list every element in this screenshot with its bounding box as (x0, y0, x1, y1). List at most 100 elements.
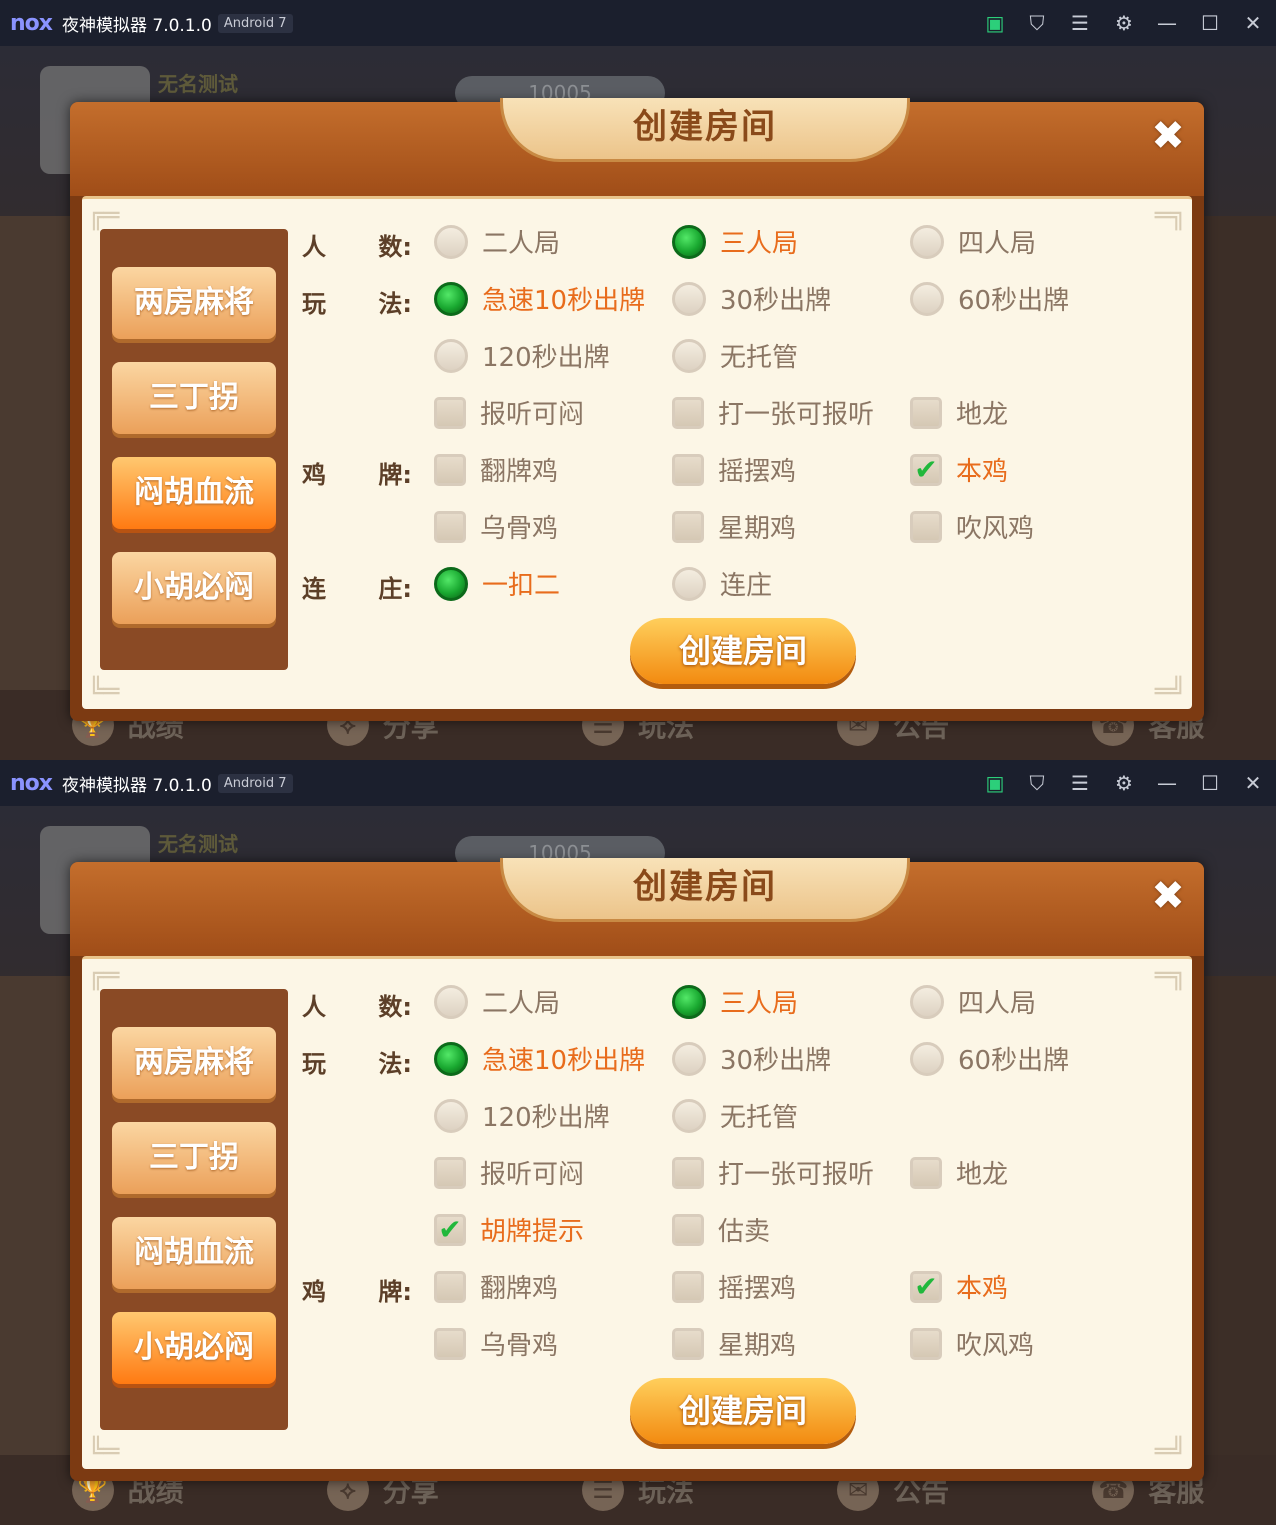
radio-option[interactable]: 连庄 (672, 565, 772, 602)
radio-option[interactable]: 急速10秒出牌 (434, 280, 645, 317)
radio-option[interactable]: 三人局 (672, 983, 798, 1020)
shirt-icon[interactable]: ⛉ (1022, 8, 1052, 38)
option-label: 打一张可报听 (718, 400, 875, 430)
option-label: 吹风鸡 (956, 514, 1035, 544)
close-dialog-button[interactable]: ✖ (1146, 874, 1190, 918)
checkbox-option[interactable]: 摇摆鸡 (672, 1268, 796, 1305)
radio-option[interactable]: 四人局 (910, 223, 1036, 260)
radio-option[interactable]: 60秒出牌 (910, 1040, 1069, 1077)
minimize-icon[interactable]: — (1152, 8, 1182, 38)
gear-icon[interactable]: ⚙ (1109, 768, 1139, 798)
emulator-title: 夜神模拟器 7.0.1.0 (61, 775, 212, 796)
shirt-icon[interactable]: ⛉ (1022, 768, 1052, 798)
option-label: 摇摆鸡 (718, 1274, 797, 1304)
checkbox-option[interactable]: 乌骨鸡 (434, 508, 558, 545)
maximize-icon[interactable]: ☐ (1195, 8, 1225, 38)
radio-option[interactable]: 120秒出牌 (434, 1097, 610, 1134)
checkbox-option[interactable]: 地龙 (910, 394, 1008, 431)
mode-tab-list: 两房麻将三丁拐闷胡血流小胡必闷 (100, 229, 288, 670)
checkbox-option[interactable]: 星期鸡 (672, 508, 796, 545)
emulator-window-1: nox 夜神模拟器 7.0.1.0 Android 7 ▣ ⛉ ☰ ⚙ — ☐ ✕ 无名测试 1000… (0, 0, 1276, 760)
tab-1[interactable]: 两房麻将 (112, 267, 276, 339)
maximize-icon[interactable]: ☐ (1195, 768, 1225, 798)
corner-ornament: ╔═ (88, 961, 120, 991)
radio-icon (910, 984, 944, 1019)
radio-option[interactable]: 四人局 (910, 983, 1036, 1020)
option-label: 60秒出牌 (958, 286, 1070, 316)
radio-option[interactable]: 急速10秒出牌 (434, 1040, 645, 1077)
corner-ornament: ═╝ (1154, 677, 1186, 707)
checkbox-option[interactable]: ✔ 胡牌提示 (434, 1211, 584, 1248)
label-char: 人 (302, 993, 326, 1021)
label-char: 牌: (378, 1278, 412, 1306)
gear-icon[interactable]: ⚙ (1109, 8, 1139, 38)
tab-2[interactable]: 三丁拐 (112, 362, 276, 434)
create-room-button[interactable]: 创建房间 (630, 1378, 856, 1444)
radio-option[interactable]: 无托管 (672, 337, 798, 374)
minimize-icon[interactable]: — (1152, 768, 1182, 798)
checkbox-option[interactable]: 星期鸡 (672, 1325, 796, 1362)
label-char: 法: (378, 290, 412, 318)
checkbox-option[interactable]: ✔ 本鸡 (910, 1268, 1008, 1305)
checkbox-option[interactable]: 报听可闷 (434, 1154, 584, 1191)
checkbox-option[interactable]: 打一张可报听 (672, 394, 874, 431)
checkbox-option[interactable]: 翻牌鸡 (434, 1268, 558, 1305)
radio-option[interactable]: 30秒出牌 (672, 280, 831, 317)
checkbox-option[interactable]: 报听可闷 (434, 394, 584, 431)
radio-option[interactable]: 30秒出牌 (672, 1040, 831, 1077)
radio-icon (434, 566, 468, 601)
option-label: 摇摆鸡 (718, 457, 797, 487)
radio-option[interactable]: 二人局 (434, 223, 560, 260)
tab-4[interactable]: 小胡必闷 (112, 1312, 276, 1384)
nox-logo: nox (10, 10, 53, 36)
tab-3[interactable]: 闷胡血流 (112, 1217, 276, 1289)
option-label: 报听可闷 (480, 400, 585, 430)
radio-option[interactable]: 60秒出牌 (910, 280, 1069, 317)
app-icon[interactable]: ▣ (980, 8, 1010, 38)
option-label: 星期鸡 (718, 1331, 797, 1361)
radio-option[interactable]: 三人局 (672, 223, 798, 260)
option-label: 星期鸡 (718, 514, 797, 544)
corner-ornament: ═╝ (1154, 1437, 1186, 1467)
menu-icon[interactable]: ☰ (1065, 768, 1095, 798)
option-label: 打一张可报听 (718, 1160, 875, 1190)
radio-option[interactable]: 二人局 (434, 983, 560, 1020)
android-version-badge: Android 7 (217, 773, 293, 793)
checkbox-icon (434, 396, 466, 429)
corner-ornament: ═╗ (1154, 201, 1186, 231)
radio-icon (672, 224, 706, 259)
dialog-header: 创建房间 ✖ (70, 858, 1204, 956)
checkbox-option[interactable]: 地龙 (910, 1154, 1008, 1191)
radio-option[interactable]: 120秒出牌 (434, 337, 610, 374)
close-dialog-button[interactable]: ✖ (1146, 114, 1190, 158)
checkbox-option[interactable]: 翻牌鸡 (434, 451, 558, 488)
radio-option[interactable]: 无托管 (672, 1097, 798, 1134)
checkbox-option[interactable]: 吹风鸡 (910, 1325, 1034, 1362)
checkbox-option[interactable]: 打一张可报听 (672, 1154, 874, 1191)
app-icon[interactable]: ▣ (980, 768, 1010, 798)
checkbox-option[interactable]: 估卖 (672, 1211, 770, 1248)
right-panel-shadow (1204, 976, 1276, 1496)
option-label: 120秒出牌 (482, 343, 610, 373)
tab-3[interactable]: 闷胡血流 (112, 457, 276, 529)
checkbox-icon (434, 1156, 466, 1189)
option-row-label: 人 数: (302, 227, 412, 262)
checkbox-option[interactable]: ✔ 本鸡 (910, 451, 1008, 488)
checkbox-icon (434, 1327, 466, 1360)
checkbox-icon (672, 1327, 704, 1360)
close-icon[interactable]: ✕ (1238, 8, 1268, 38)
create-room-button[interactable]: 创建房间 (630, 618, 856, 684)
checkbox-option[interactable]: 乌骨鸡 (434, 1325, 558, 1362)
tab-2[interactable]: 三丁拐 (112, 1122, 276, 1194)
checkbox-option[interactable]: 吹风鸡 (910, 508, 1034, 545)
close-icon[interactable]: ✕ (1238, 768, 1268, 798)
option-label: 无托管 (720, 343, 799, 373)
left-panel-shadow (0, 216, 72, 736)
tab-4[interactable]: 小胡必闷 (112, 552, 276, 624)
tab-1[interactable]: 两房麻将 (112, 1027, 276, 1099)
menu-icon[interactable]: ☰ (1065, 8, 1095, 38)
radio-icon (672, 1041, 706, 1076)
radio-option[interactable]: 一扣二 (434, 565, 560, 602)
checkbox-option[interactable]: 摇摆鸡 (672, 451, 796, 488)
option-row-label: 玩 法: (302, 1044, 412, 1079)
